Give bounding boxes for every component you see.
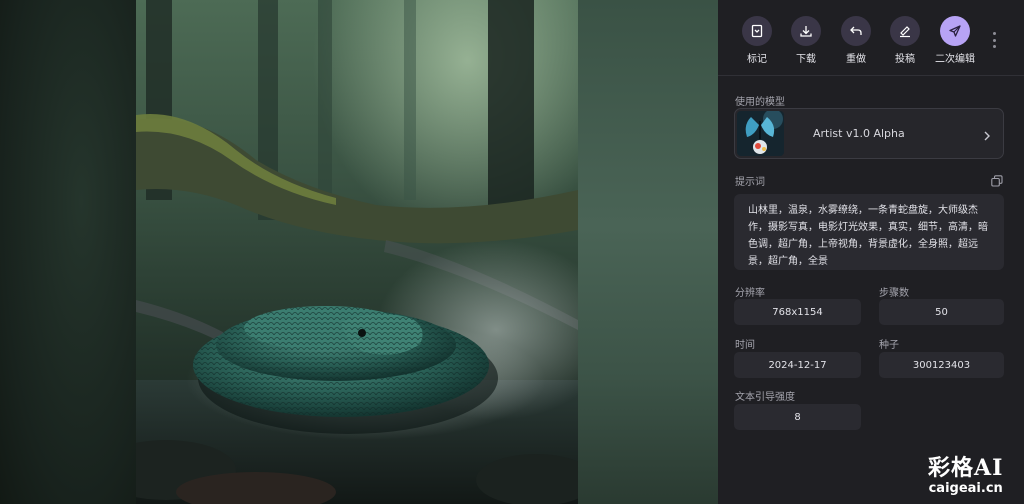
action-toolbar: 标记 下载 重做 投稿 二次编辑 [718,0,1024,76]
steps-value: 50 [879,299,1004,325]
time-value: 2024-12-17 [734,352,861,378]
prompt-section-label: 提示词 [735,177,765,188]
more-vertical-icon[interactable] [988,32,1000,48]
watermark-title: 彩格AI [928,455,1004,481]
watermark: 彩格AI caigeai.cn [928,455,1003,497]
redo-button[interactable]: 重做 [832,16,880,65]
chevron-right-icon [983,127,991,146]
background-blur-left [0,0,136,504]
edit-again-button[interactable]: 二次编辑 [931,16,979,65]
image-viewer [0,0,718,504]
edit-again-label: 二次编辑 [935,54,975,65]
prompt-text: 山林里，温泉，水雾缭绕，一条青蛇盘旋，大师级杰作，摄影写真，电影灯光效果，真实，… [748,205,988,267]
submit-label: 投稿 [895,54,915,65]
redo-label: 重做 [846,54,866,65]
generated-image[interactable] [136,0,578,504]
redo-icon [841,16,871,46]
details-panel: 标记 下载 重做 投稿 二次编辑 使用的模型 Artist v1.0 Alpha… [718,0,1024,504]
send-icon [940,16,970,46]
download-label: 下载 [796,54,816,65]
bookmark-label: 标记 [747,54,767,65]
submit-button[interactable]: 投稿 [881,16,929,65]
model-thumbnail [737,111,784,156]
bookmark-icon [742,16,772,46]
seed-label: 种子 [879,340,899,351]
steps-label: 步骤数 [879,288,909,299]
resolution-label: 分辨率 [735,288,765,299]
watermark-domain: caigeai.cn [928,481,1003,496]
copy-icon[interactable] [991,172,1003,187]
submit-icon [890,16,920,46]
resolution-value: 768x1154 [734,299,861,325]
bookmark-button[interactable]: 标记 [733,16,781,65]
background-blur-right [578,0,718,504]
download-button[interactable]: 下载 [782,16,830,65]
model-name: Artist v1.0 Alpha [813,127,905,140]
model-section-label: 使用的模型 [735,97,785,108]
time-label: 时间 [735,340,755,351]
snake-artwork [136,0,578,504]
prompt-text-box: 山林里，温泉，水雾缭绕，一条青蛇盘旋，大师级杰作，摄影写真，电影灯光效果，真实，… [734,194,1004,270]
download-icon [791,16,821,46]
guidance-value: 8 [734,404,861,430]
model-card[interactable]: Artist v1.0 Alpha [734,108,1004,159]
seed-value: 300123403 [879,352,1004,378]
guidance-label: 文本引导强度 [735,392,795,403]
